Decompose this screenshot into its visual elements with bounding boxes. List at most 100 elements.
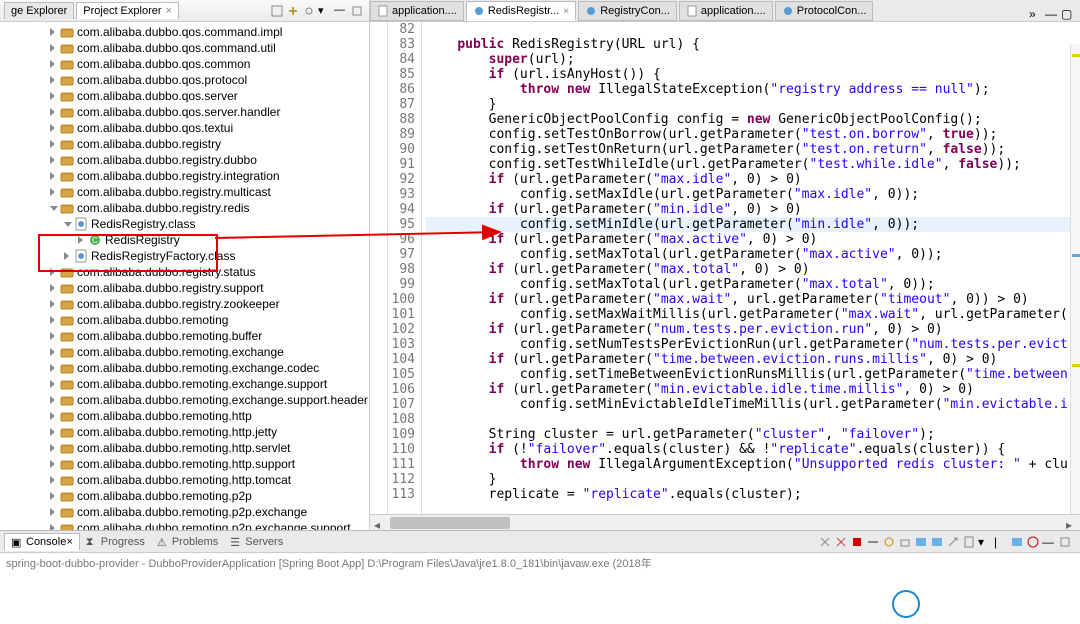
tree-label: com.alibaba.dubbo.remoting.p2p bbox=[77, 489, 252, 503]
package-icon bbox=[60, 265, 74, 279]
tab-progress[interactable]: ⧗Progress bbox=[80, 534, 151, 550]
tree-item[interactable]: com.alibaba.dubbo.remoting.exchange.supp… bbox=[0, 392, 369, 408]
line-number: 95 bbox=[388, 217, 415, 232]
code-line: if (url.getParameter("min.evictable.idle… bbox=[426, 382, 1080, 397]
console-body[interactable]: spring-boot-dubbo-provider - DubboProvid… bbox=[0, 553, 1080, 624]
display2-icon[interactable] bbox=[930, 535, 944, 549]
clear-icon[interactable] bbox=[818, 535, 832, 549]
remove-icon[interactable] bbox=[834, 535, 848, 549]
filter-icon[interactable] bbox=[302, 4, 316, 18]
tree-item[interactable]: com.alibaba.dubbo.remoting.http bbox=[0, 408, 369, 424]
max-icon[interactable]: ▢ bbox=[1061, 7, 1075, 21]
tree-label: com.alibaba.dubbo.remoting.exchange.supp… bbox=[77, 393, 368, 407]
tree-item[interactable]: com.alibaba.dubbo.qos.textui bbox=[0, 120, 369, 136]
link-icon[interactable] bbox=[286, 4, 300, 18]
collapse-icon[interactable] bbox=[270, 4, 284, 18]
tab-label: Problems bbox=[172, 536, 218, 548]
min-icon[interactable]: — bbox=[1042, 535, 1056, 549]
tree-item[interactable]: com.alibaba.dubbo.remoting.http.tomcat bbox=[0, 472, 369, 488]
tree-item[interactable]: com.alibaba.dubbo.qos.command.impl bbox=[0, 24, 369, 40]
tree-item[interactable]: com.alibaba.dubbo.registry.zookeeper bbox=[0, 296, 369, 312]
code-line: GenericObjectPoolConfig config = new Gen… bbox=[426, 112, 1080, 127]
tree-item[interactable]: com.alibaba.dubbo.registry.dubbo bbox=[0, 152, 369, 168]
code-line: config.setTimeBetweenEvictionRunsMillis(… bbox=[426, 367, 1080, 382]
tree-item-redis[interactable]: com.alibaba.dubbo.registry.redis bbox=[0, 200, 369, 216]
scroll-left-icon[interactable]: ◂ bbox=[374, 518, 384, 528]
tree-item[interactable]: com.alibaba.dubbo.remoting.http.jetty bbox=[0, 424, 369, 440]
editor-tab[interactable]: RedisRegistr...× bbox=[466, 1, 576, 21]
editor-tab[interactable]: RegistryCon... bbox=[578, 1, 677, 21]
tree-item[interactable]: com.alibaba.dubbo.remoting.http.servlet bbox=[0, 440, 369, 456]
editor-tab[interactable]: ProtocolCon... bbox=[775, 1, 874, 21]
scroll-right-icon[interactable]: ▸ bbox=[1066, 518, 1076, 528]
dropdown-icon[interactable]: ▾ bbox=[978, 535, 992, 549]
line-number: 84 bbox=[388, 52, 415, 67]
tab-package-explorer[interactable]: ge Explorer bbox=[4, 2, 74, 19]
max-icon[interactable] bbox=[1058, 535, 1072, 549]
tree-label: com.alibaba.dubbo.remoting bbox=[77, 313, 228, 327]
show-list-icon[interactable]: » bbox=[1029, 7, 1043, 21]
tab-console[interactable]: ▣Console× bbox=[4, 533, 80, 551]
code-lines[interactable]: public RedisRegistry(URL url) { super(ur… bbox=[422, 22, 1080, 514]
tree-item-redisregistryfactory[interactable]: RedisRegistryFactory.class bbox=[0, 248, 369, 264]
tree-item[interactable]: com.alibaba.dubbo.remoting.exchange.supp… bbox=[0, 376, 369, 392]
line-number: 94 bbox=[388, 202, 415, 217]
scroll-thumb[interactable] bbox=[390, 517, 510, 529]
tree-item[interactable]: com.alibaba.dubbo.registry.status bbox=[0, 264, 369, 280]
code-line: config.setMaxTotal(url.getParameter("max… bbox=[426, 277, 1080, 292]
pin-icon[interactable] bbox=[882, 535, 896, 549]
editor-tab[interactable]: application.... bbox=[370, 1, 464, 21]
code-line: public RedisRegistry(URL url) { bbox=[426, 37, 1080, 52]
package-tree[interactable]: com.alibaba.dubbo.qos.command.implcom.al… bbox=[0, 22, 369, 530]
close-icon[interactable]: × bbox=[66, 536, 72, 548]
tree-item-redisregistry[interactable]: CRedisRegistry bbox=[0, 232, 369, 248]
remove-all-icon[interactable] bbox=[866, 535, 880, 549]
close-icon[interactable]: × bbox=[166, 5, 172, 17]
code-line: if (url.getParameter("min.idle", 0) > 0) bbox=[426, 202, 1080, 217]
tree-item[interactable]: com.alibaba.dubbo.registry.integration bbox=[0, 168, 369, 184]
package-icon bbox=[60, 25, 74, 39]
code-area[interactable]: 8283848586878889909192939495969798991001… bbox=[370, 22, 1080, 514]
switch2-icon[interactable] bbox=[1026, 535, 1040, 549]
tree-item[interactable]: com.alibaba.dubbo.registry.support bbox=[0, 280, 369, 296]
tree-item[interactable]: com.alibaba.dubbo.remoting.p2p.exchange bbox=[0, 504, 369, 520]
maximize-icon[interactable] bbox=[350, 4, 364, 18]
package-icon bbox=[60, 57, 74, 71]
scroll-lock-icon[interactable] bbox=[898, 535, 912, 549]
tree-item[interactable]: com.alibaba.dubbo.qos.server.handler bbox=[0, 104, 369, 120]
open-icon[interactable] bbox=[946, 535, 960, 549]
tree-label: com.alibaba.dubbo.registry.dubbo bbox=[77, 153, 257, 167]
tree-item[interactable]: com.alibaba.dubbo.remoting.p2p.exchange.… bbox=[0, 520, 369, 530]
tree-item[interactable]: com.alibaba.dubbo.qos.command.util bbox=[0, 40, 369, 56]
tree-item[interactable]: com.alibaba.dubbo.qos.common bbox=[0, 56, 369, 72]
tree-item[interactable]: com.alibaba.dubbo.qos.server bbox=[0, 88, 369, 104]
tree-item[interactable]: com.alibaba.dubbo.registry bbox=[0, 136, 369, 152]
tree-label: RedisRegistry bbox=[105, 233, 180, 247]
minimize-icon[interactable]: — bbox=[334, 4, 348, 18]
tree-item[interactable]: com.alibaba.dubbo.remoting.http.support bbox=[0, 456, 369, 472]
line-number: 105 bbox=[388, 367, 415, 382]
close-icon[interactable]: × bbox=[563, 6, 569, 17]
editor-tab[interactable]: application.... bbox=[679, 1, 773, 21]
terminate-icon[interactable] bbox=[850, 535, 864, 549]
package-icon bbox=[60, 377, 74, 391]
line-number: 103 bbox=[388, 337, 415, 352]
tree-item[interactable]: com.alibaba.dubbo.remoting.exchange.code… bbox=[0, 360, 369, 376]
tree-item[interactable]: com.alibaba.dubbo.qos.protocol bbox=[0, 72, 369, 88]
min-icon[interactable]: — bbox=[1045, 7, 1059, 21]
switch-icon[interactable] bbox=[1010, 535, 1024, 549]
tree-item[interactable]: com.alibaba.dubbo.registry.multicast bbox=[0, 184, 369, 200]
tree-item-redisregistry-class[interactable]: RedisRegistry.class bbox=[0, 216, 369, 232]
tree-item[interactable]: com.alibaba.dubbo.remoting.exchange bbox=[0, 344, 369, 360]
tab-problems[interactable]: ⚠Problems bbox=[151, 534, 224, 550]
tree-item[interactable]: com.alibaba.dubbo.remoting bbox=[0, 312, 369, 328]
new-icon[interactable] bbox=[962, 535, 976, 549]
tree-item[interactable]: com.alibaba.dubbo.remoting.buffer bbox=[0, 328, 369, 344]
tree-item[interactable]: com.alibaba.dubbo.remoting.p2p bbox=[0, 488, 369, 504]
tab-servers[interactable]: ☰Servers bbox=[224, 534, 289, 550]
horizontal-scrollbar[interactable]: ◂ ▸ bbox=[370, 514, 1080, 530]
tree-label: com.alibaba.dubbo.remoting.http bbox=[77, 409, 252, 423]
tab-project-explorer[interactable]: Project Explorer× bbox=[76, 2, 179, 19]
menu-icon[interactable]: ▾ bbox=[318, 4, 332, 18]
display-icon[interactable] bbox=[914, 535, 928, 549]
